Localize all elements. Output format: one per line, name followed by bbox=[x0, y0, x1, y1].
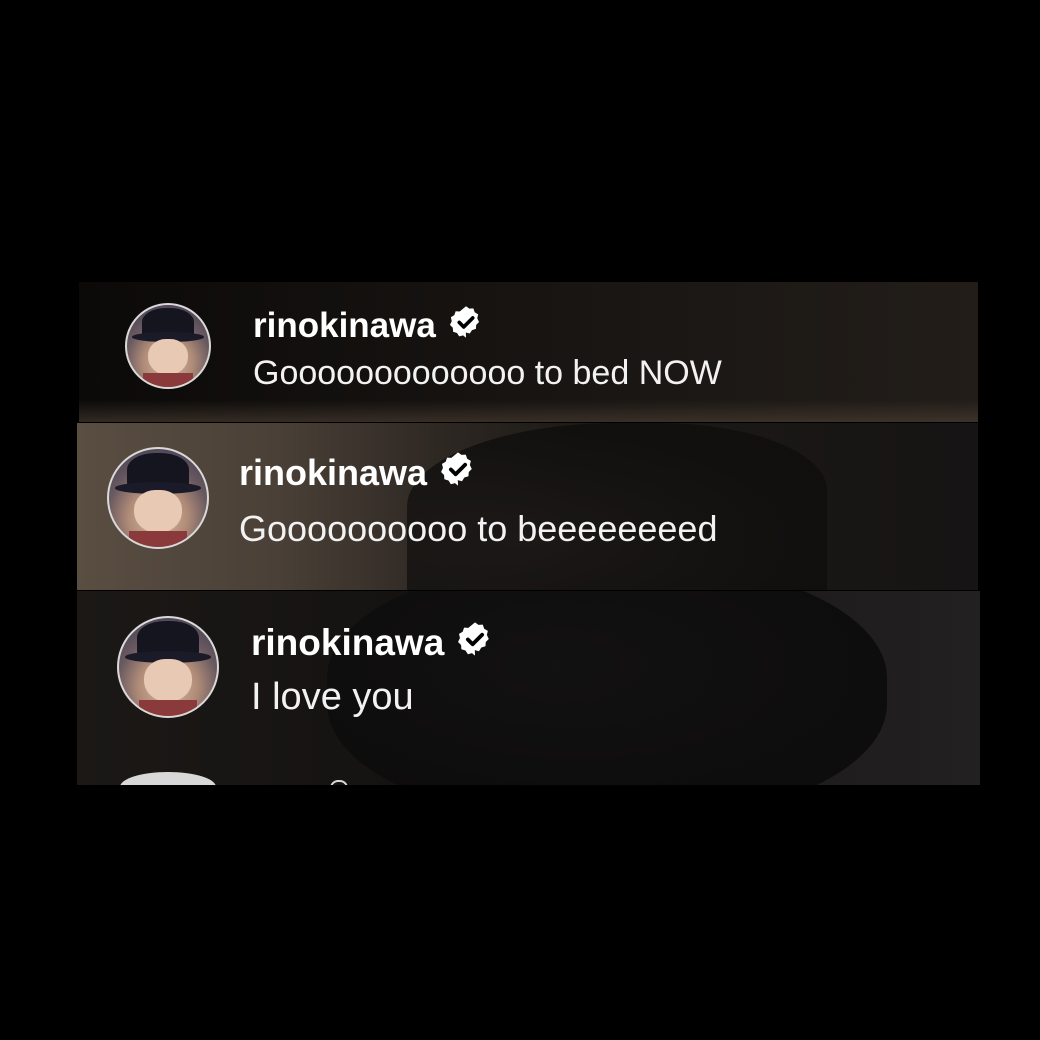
collar-shape bbox=[128, 531, 188, 547]
comment-row: rinokinawa Gooooooooooooo to bed NOW bbox=[125, 298, 722, 393]
verified-badge-icon bbox=[456, 620, 494, 667]
bottom-black-area bbox=[0, 785, 1040, 1040]
username-line: rinokinawa bbox=[253, 304, 722, 348]
username-line: rinokinawa bbox=[239, 450, 717, 496]
comment-text: rinokinawa I love you bbox=[251, 620, 494, 719]
verified-badge-icon bbox=[448, 304, 484, 349]
username-line: rinokinawa bbox=[251, 620, 494, 666]
collar-shape bbox=[143, 373, 193, 387]
username[interactable]: rinokinawa bbox=[253, 306, 436, 346]
screenshot-canvas: rinokinawa Gooooooooooooo to bed NOW rin… bbox=[0, 0, 1040, 1040]
comment-message: Gooooooooooooo to bed NOW bbox=[253, 354, 722, 392]
comment-message: Goooooooooo to beeeeeeeed bbox=[239, 508, 718, 549]
comment-text: rinokinawa Gooooooooooooo to bed NOW bbox=[253, 304, 722, 393]
comment-message: I love you bbox=[251, 676, 414, 718]
comment-text: rinokinawa Goooooooooo to beeeeeeeed bbox=[239, 450, 717, 550]
avatar[interactable] bbox=[107, 447, 209, 549]
face-shape bbox=[148, 338, 188, 376]
face-shape bbox=[134, 490, 182, 534]
verified-badge-icon bbox=[439, 450, 477, 497]
avatar[interactable] bbox=[125, 302, 211, 389]
comment-row: rinokinawa I love you bbox=[117, 614, 494, 719]
comment-row: rinokinawa Goooooooooo to beeeeeeeed bbox=[107, 446, 717, 550]
face-shape bbox=[144, 658, 192, 702]
username[interactable]: rinokinawa bbox=[239, 452, 427, 494]
username[interactable]: rinokinawa bbox=[251, 622, 444, 664]
collar-shape bbox=[138, 699, 198, 716]
avatar[interactable] bbox=[117, 615, 219, 718]
